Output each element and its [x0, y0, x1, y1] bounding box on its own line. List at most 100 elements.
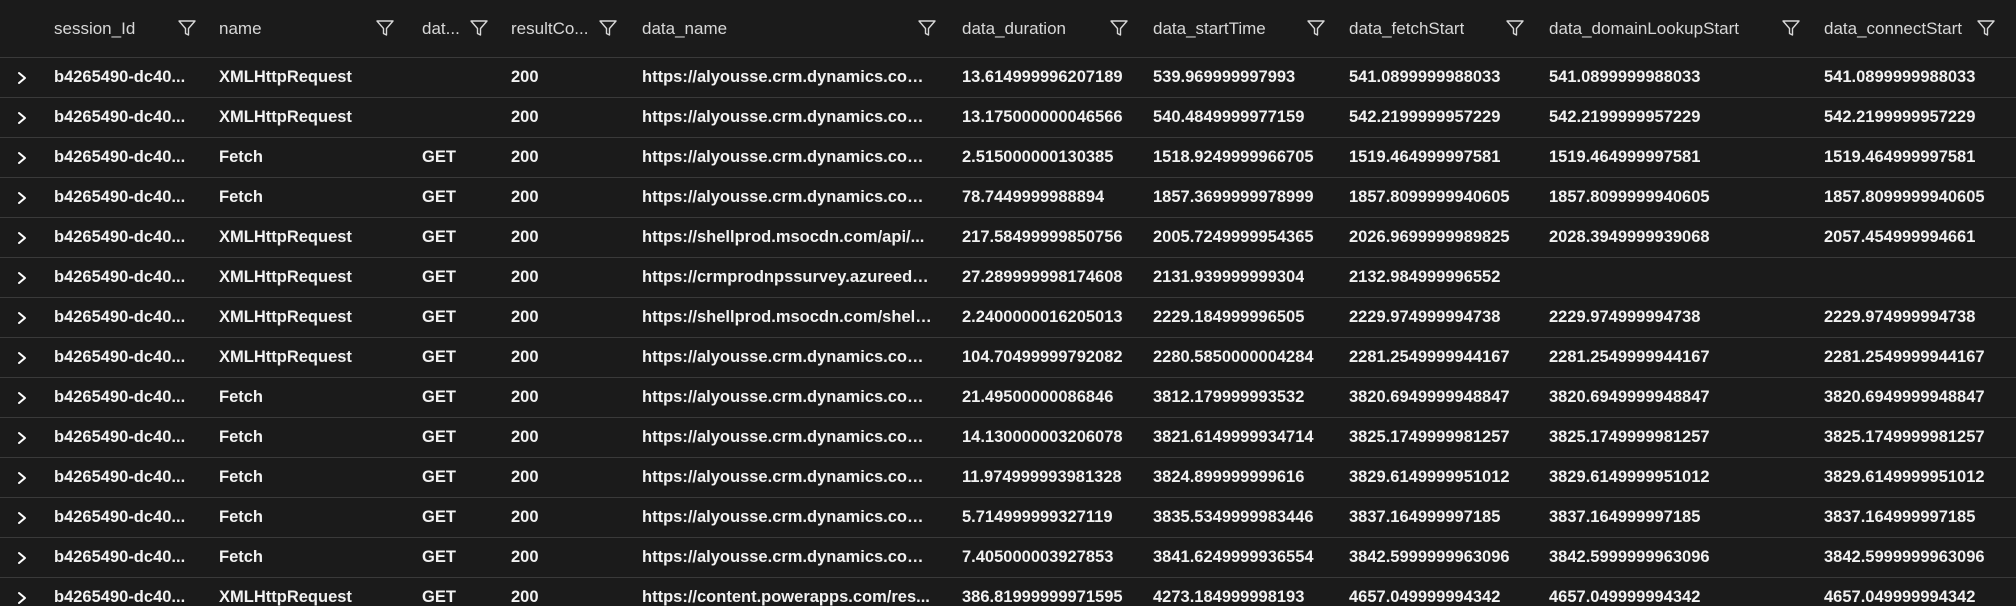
cell-data-fetch-start: 3825.1749999981257: [1349, 418, 1534, 457]
cell-data-method: GET: [422, 298, 472, 337]
column-header-data-name[interactable]: data_name: [642, 0, 912, 57]
filter-icon[interactable]: [1504, 17, 1526, 39]
cell-data-start-time: 3821.6149999934714: [1153, 418, 1333, 457]
filter-icon[interactable]: [916, 17, 938, 39]
filter-icon[interactable]: [1305, 17, 1327, 39]
filter-icon[interactable]: [1108, 17, 1130, 39]
cell-data-name: https://alyousse.crm.dynamics.com/...: [642, 418, 932, 457]
cell-data-connect-start: 3842.5999999963096: [1824, 538, 2016, 577]
chevron-right-icon[interactable]: [14, 418, 30, 457]
column-header-session-id[interactable]: session_Id: [54, 0, 172, 57]
cell-value: 13.175000000046566: [962, 108, 1123, 126]
table-row[interactable]: b4265490-dc40... Fetch GET 200 https://alyou…: [0, 178, 2016, 218]
chevron-right-icon[interactable]: [14, 258, 30, 297]
table-row[interactable]: b4265490-dc40... XMLHttpRequest 200 https:/…: [0, 98, 2016, 138]
column-header-name[interactable]: name: [219, 0, 370, 57]
cell-value: 2005.7249999954365: [1153, 228, 1314, 246]
filter-icon[interactable]: [1975, 17, 1997, 39]
filter-icon[interactable]: [176, 17, 198, 39]
chevron-right-icon[interactable]: [14, 218, 30, 257]
chevron-right-icon[interactable]: [14, 58, 30, 97]
cell-value: 2.515000000130385: [962, 148, 1114, 166]
cell-data-start-time: 2005.7249999954365: [1153, 218, 1333, 257]
cell-result-code: 200: [511, 178, 606, 217]
column-header-data-method[interactable]: dat...: [422, 0, 464, 57]
cell-name: XMLHttpRequest: [219, 58, 374, 97]
cell-data-name: https://content.powerapps.com/res...: [642, 578, 932, 606]
cell-data-domain-lookup-start: [1549, 258, 1804, 297]
cell-value: 2028.3949999939068: [1549, 228, 1710, 246]
cell-data-name: https://alyousse.crm.dynamics.com/...: [642, 498, 932, 537]
cell-value: 3835.5349999983446: [1153, 508, 1314, 526]
cell-data-name: https://alyousse.crm.dynamics.com/...: [642, 338, 932, 377]
cell-data-duration: 2.515000000130385: [962, 138, 1137, 177]
table-row[interactable]: b4265490-dc40... XMLHttpRequest GET 200 http…: [0, 218, 2016, 258]
cell-data-method: GET: [422, 458, 472, 497]
filter-icon[interactable]: [1780, 17, 1802, 39]
filter-icon[interactable]: [468, 17, 490, 39]
column-header-result-code[interactable]: resultCo...: [511, 0, 593, 57]
cell-value: GET: [422, 228, 456, 246]
cell-value: 1519.464999997581: [1824, 148, 1976, 166]
chevron-right-icon[interactable]: [14, 298, 30, 337]
cell-value: https://alyousse.crm.dynamics.com/...: [642, 148, 932, 166]
cell-data-name: https://alyousse.crm.dynamics.com/...: [642, 458, 932, 497]
chevron-right-icon[interactable]: [14, 98, 30, 137]
table-row[interactable]: b4265490-dc40... XMLHttpRequest GET 200 http…: [0, 338, 2016, 378]
cell-value: 386.81999999971595: [962, 588, 1123, 606]
cell-value: 3829.6149999951012: [1824, 468, 1985, 486]
filter-icon[interactable]: [597, 17, 619, 39]
column-header-data-domain-lookup-start[interactable]: data_domainLookupStart: [1549, 0, 1776, 57]
chevron-right-icon[interactable]: [14, 178, 30, 217]
cell-data-connect-start: 3829.6149999951012: [1824, 458, 2016, 497]
column-header-data-fetch-start[interactable]: data_fetchStart: [1349, 0, 1500, 57]
cell-data-domain-lookup-start: 3820.6949999948847: [1549, 378, 1804, 417]
cell-data-domain-lookup-start: 541.0899999988033: [1549, 58, 1804, 97]
cell-data-start-time: 539.969999997993: [1153, 58, 1333, 97]
table-row[interactable]: b4265490-dc40... Fetch GET 200 https://alyou…: [0, 138, 2016, 178]
column-header-data-connect-start[interactable]: data_connectStart: [1824, 0, 1971, 57]
column-header-data-start-time[interactable]: data_startTime: [1153, 0, 1301, 57]
table-row[interactable]: b4265490-dc40... Fetch GET 200 https://alyou…: [0, 378, 2016, 418]
cell-value: 3812.179999993532: [1153, 388, 1305, 406]
cell-value: 539.969999997993: [1153, 68, 1296, 86]
chevron-right-icon[interactable]: [14, 498, 30, 537]
cell-data-duration: 21.49500000086846: [962, 378, 1137, 417]
cell-value: 2057.454999994661: [1824, 228, 1976, 246]
table-row[interactable]: b4265490-dc40... Fetch GET 200 https://alyou…: [0, 498, 2016, 538]
table-row[interactable]: b4265490-dc40... Fetch GET 200 https://alyou…: [0, 458, 2016, 498]
cell-value: XMLHttpRequest: [219, 228, 352, 246]
cell-value: Fetch: [219, 148, 264, 166]
table-row[interactable]: b4265490-dc40... XMLHttpRequest 200 https:/…: [0, 58, 2016, 98]
cell-result-code: 200: [511, 58, 606, 97]
cell-data-fetch-start: 542.2199999957229: [1349, 98, 1534, 137]
cell-value: XMLHttpRequest: [219, 588, 352, 606]
table-row[interactable]: b4265490-dc40... XMLHttpRequest GET 200 http…: [0, 578, 2016, 606]
cell-data-start-time: 4273.184999998193: [1153, 578, 1333, 606]
table-row[interactable]: b4265490-dc40... Fetch GET 200 https://alyou…: [0, 538, 2016, 578]
chevron-right-icon[interactable]: [14, 578, 30, 606]
chevron-right-icon[interactable]: [14, 458, 30, 497]
table-row[interactable]: b4265490-dc40... XMLHttpRequest GET 200 http…: [0, 298, 2016, 338]
cell-value: GET: [422, 148, 456, 166]
cell-result-code: 200: [511, 498, 606, 537]
cell-value: 541.0899999988033: [1549, 68, 1701, 86]
chevron-right-icon[interactable]: [14, 338, 30, 377]
cell-value: 4657.049999994342: [1349, 588, 1501, 606]
cell-value: 3842.5999999963096: [1549, 548, 1710, 566]
filter-icon[interactable]: [374, 17, 396, 39]
cell-value: 200: [511, 348, 539, 366]
chevron-right-icon[interactable]: [14, 378, 30, 417]
cell-value: b4265490-dc40...: [54, 268, 186, 286]
cell-value: 3837.164999997185: [1349, 508, 1501, 526]
chevron-right-icon[interactable]: [14, 538, 30, 577]
table-row[interactable]: b4265490-dc40... XMLHttpRequest GET 200 http…: [0, 258, 2016, 298]
cell-result-code: 200: [511, 298, 606, 337]
cell-result-code: 200: [511, 538, 606, 577]
table-row[interactable]: b4265490-dc40... Fetch GET 200 https://alyou…: [0, 418, 2016, 458]
cell-value: 1857.3699999978999: [1153, 188, 1314, 206]
column-header-data-duration[interactable]: data_duration: [962, 0, 1104, 57]
cell-value: 3842.5999999963096: [1349, 548, 1510, 566]
chevron-right-icon[interactable]: [14, 138, 30, 177]
cell-data-method: GET: [422, 538, 472, 577]
